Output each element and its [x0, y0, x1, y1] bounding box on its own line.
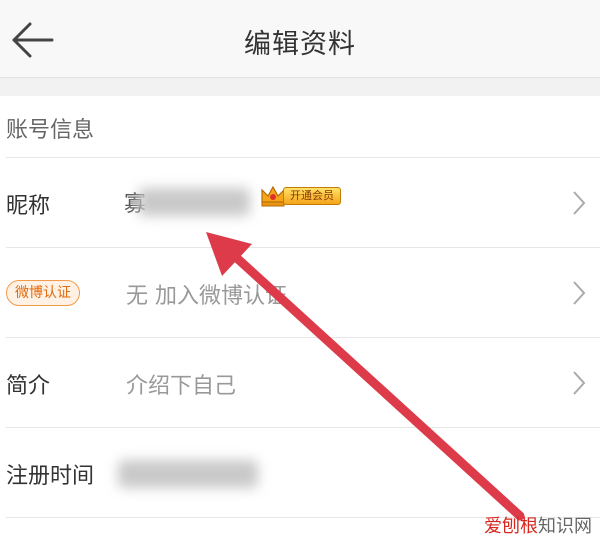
watermark-red: 爱刨根	[484, 516, 538, 537]
watermark: 爱刨根知识网	[484, 512, 592, 538]
annotation-arrow-icon	[206, 232, 525, 521]
watermark-rest: 知识网	[538, 516, 592, 537]
